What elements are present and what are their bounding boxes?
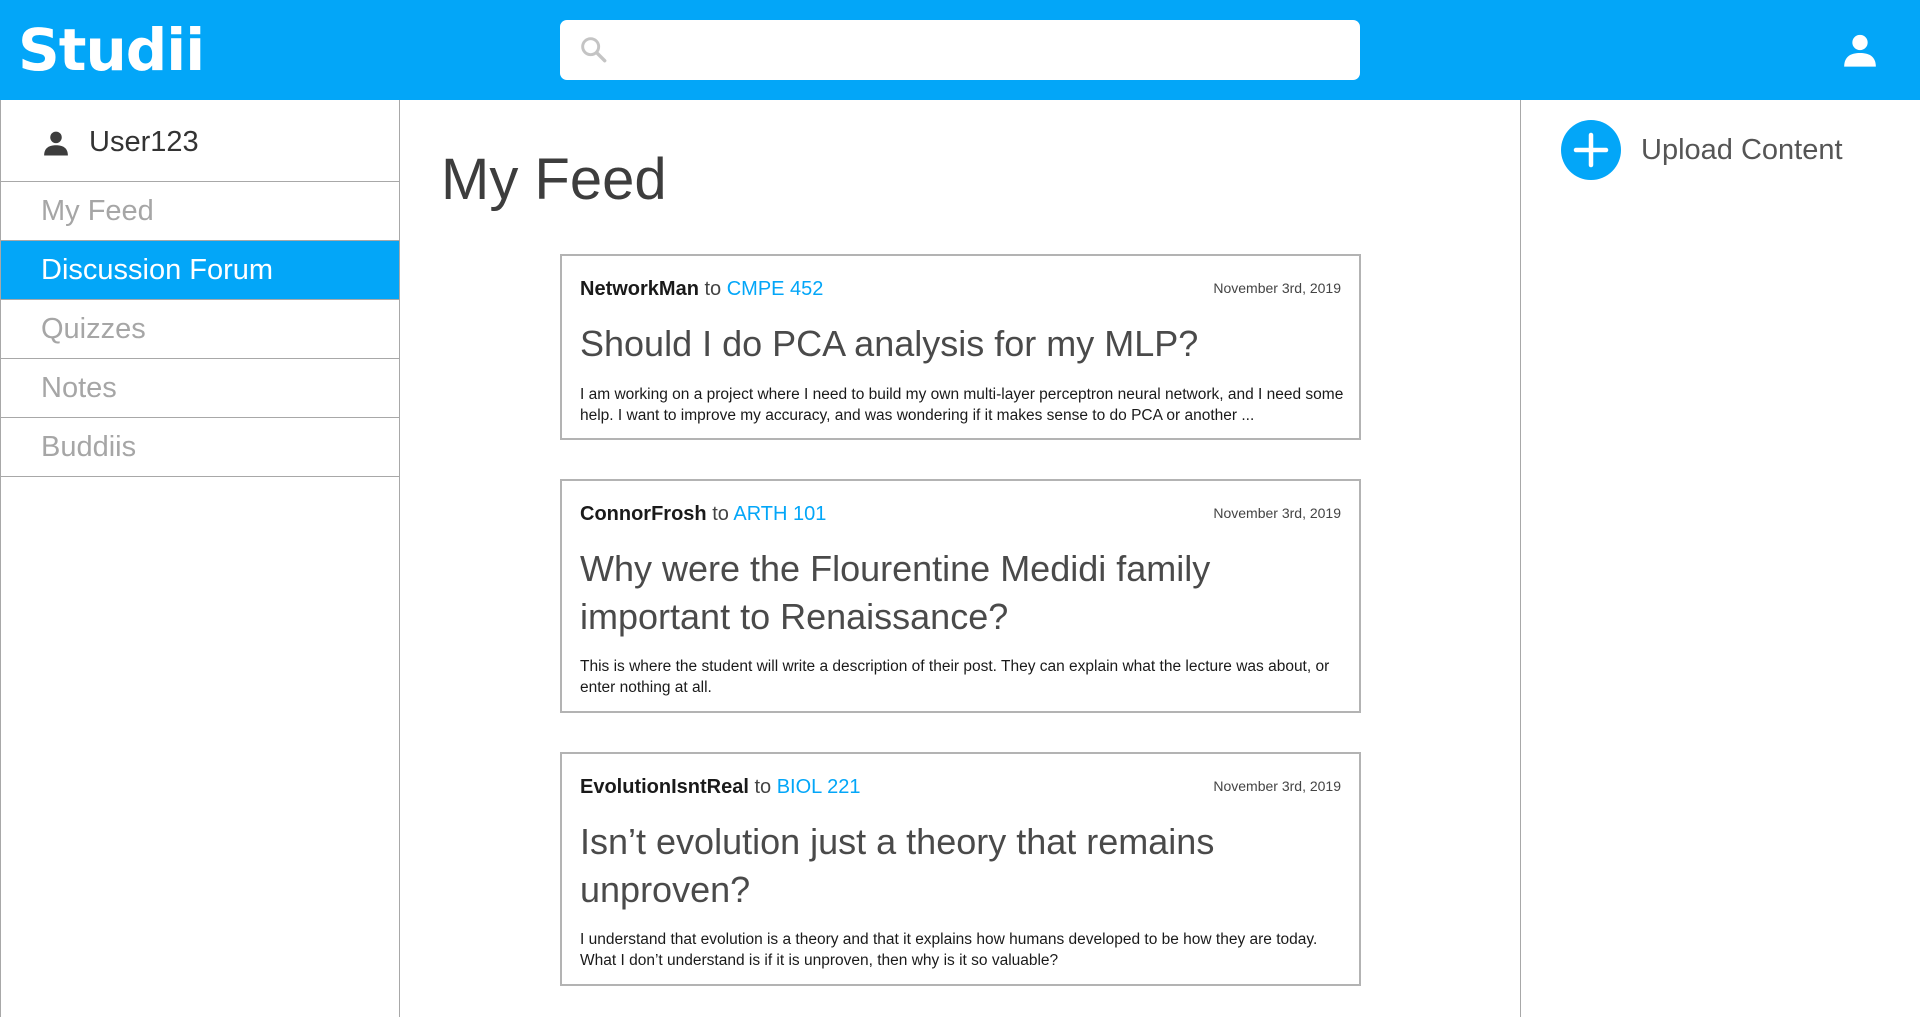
- post-date: November 3rd, 2019: [1213, 505, 1341, 521]
- post-title[interactable]: Should I do PCA analysis for my MLP?: [580, 320, 1320, 368]
- main-content: My Feed NetworkMan to CMPE 452 November …: [401, 100, 1520, 1017]
- post-description: I am working on a project where I need t…: [580, 386, 1344, 424]
- sidebar-user[interactable]: User123: [1, 100, 399, 182]
- post-author[interactable]: NetworkMan: [580, 278, 699, 300]
- post-meta: NetworkMan to CMPE 452: [580, 276, 823, 302]
- right-panel: Upload Content: [1520, 100, 1920, 1017]
- post-author[interactable]: EvolutionIsntReal: [580, 776, 749, 798]
- post-to: to: [704, 278, 722, 300]
- post-course[interactable]: BIOL 221: [777, 776, 861, 798]
- sidebar-item-discussion-forum[interactable]: Discussion Forum: [1, 241, 399, 300]
- feed-post[interactable]: ConnorFrosh to ARTH 101 November 3rd, 20…: [560, 479, 1361, 713]
- sidebar-item-buddiis[interactable]: Buddiis: [1, 418, 399, 477]
- post-meta: ConnorFrosh to ARTH 101: [580, 501, 826, 527]
- post-course[interactable]: ARTH 101: [733, 503, 826, 525]
- post-meta: EvolutionIsntReal to BIOL 221: [580, 774, 860, 800]
- plus-circle-icon: [1561, 120, 1621, 180]
- page-title: My Feed: [441, 147, 667, 212]
- search-bar[interactable]: [560, 20, 1360, 80]
- upload-content-label: Upload Content: [1641, 134, 1843, 166]
- sidebar: User123 My Feed Discussion Forum Quizzes…: [0, 100, 400, 1017]
- app-logo[interactable]: Studii: [18, 14, 205, 86]
- user-icon[interactable]: [1840, 30, 1880, 70]
- sidebar-item-notes[interactable]: Notes: [1, 359, 399, 418]
- sidebar-item-my-feed[interactable]: My Feed: [1, 182, 399, 241]
- post-title[interactable]: Why were the Flourentine Medidi family i…: [580, 545, 1320, 641]
- post-to: to: [754, 776, 772, 798]
- upload-content-button[interactable]: Upload Content: [1561, 120, 1881, 180]
- user-icon: [44, 131, 68, 156]
- post-to: to: [712, 503, 729, 525]
- feed-post[interactable]: EvolutionIsntReal to BIOL 221 November 3…: [560, 752, 1361, 986]
- top-bar: Studii: [0, 0, 1920, 100]
- post-date: November 3rd, 2019: [1213, 778, 1341, 794]
- sidebar-item-quizzes[interactable]: Quizzes: [1, 300, 399, 359]
- user-name: User123: [89, 126, 199, 158]
- search-input[interactable]: [622, 20, 1342, 80]
- post-title[interactable]: Isn’t evolution just a theory that remai…: [580, 818, 1320, 914]
- post-description: I understand that evolution is a theory …: [580, 931, 1318, 969]
- post-author[interactable]: ConnorFrosh: [580, 503, 707, 525]
- post-description: This is where the student will write a d…: [580, 658, 1330, 696]
- post-date: November 3rd, 2019: [1213, 280, 1341, 296]
- feed-post[interactable]: NetworkMan to CMPE 452 November 3rd, 201…: [560, 254, 1361, 440]
- post-course[interactable]: CMPE 452: [727, 278, 824, 300]
- search-icon: [581, 37, 607, 63]
